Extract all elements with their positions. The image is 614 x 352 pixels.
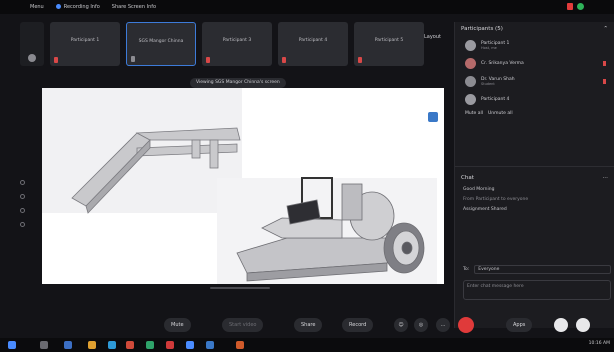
settings-icon[interactable]	[20, 222, 25, 227]
chat-message: Assignment Shared	[463, 207, 507, 212]
share-info[interactable]: Share Screen Info	[106, 4, 162, 10]
chat-recipient-row: To: Everyone	[463, 264, 611, 274]
avatar	[465, 93, 476, 105]
edge-icon[interactable]	[108, 341, 116, 349]
video-button[interactable]: Start video	[222, 318, 264, 332]
video-tile[interactable]: Participant 4	[278, 22, 348, 66]
mic-icon	[131, 56, 135, 62]
meeting-app-icon[interactable]	[186, 341, 194, 349]
app-glyph-icon	[428, 112, 438, 122]
app-icon[interactable]	[206, 341, 214, 349]
video-tile[interactable]: Participant 1	[50, 22, 120, 66]
mute-controls: Mute all Unmute all	[455, 108, 614, 118]
chat-message: Good Morning	[463, 187, 495, 192]
record-dot-icon	[55, 4, 61, 9]
files-icon[interactable]	[88, 341, 96, 349]
taskview-icon[interactable]	[64, 341, 72, 349]
reaction-icon: ☺	[398, 322, 404, 328]
connection-icon	[577, 3, 584, 10]
app-icon[interactable]	[236, 341, 244, 349]
participant-row[interactable]: Participant 1 Host, me	[455, 36, 614, 54]
mute-button[interactable]: Mute	[164, 318, 191, 332]
mic-muted-icon	[54, 57, 58, 63]
floating-app-icon[interactable]	[424, 108, 442, 126]
os-taskbar: 10:16 AM	[0, 338, 614, 352]
recipient-select[interactable]: Everyone	[474, 264, 611, 274]
office-icon[interactable]	[126, 341, 134, 349]
mic-muted-icon	[603, 78, 606, 84]
top-system-bar: Menu Recording Info Share Screen Info	[0, 0, 614, 14]
mic-muted-icon	[358, 57, 362, 63]
chat-toggle-button[interactable]	[576, 318, 590, 332]
video-tile-active[interactable]: SGS Mangor Chinna	[126, 22, 196, 66]
share-button[interactable]: Share	[294, 318, 323, 332]
search-icon[interactable]	[40, 341, 48, 349]
participants-button[interactable]: ◎	[414, 318, 428, 332]
avatar	[465, 39, 476, 51]
app-icon[interactable]	[146, 341, 154, 349]
cad-model-image	[42, 88, 437, 284]
self-video-tile[interactable]	[20, 22, 44, 66]
view-button[interactable]	[554, 318, 568, 332]
clock[interactable]: 10:16 AM	[589, 341, 610, 346]
mic-muted-icon	[282, 57, 286, 63]
side-rail	[20, 180, 25, 227]
mute-all-button[interactable]: Mute all	[465, 111, 483, 116]
side-panel: Participants (5) ⌃ Participant 1 Host, me…	[454, 22, 614, 328]
meeting-window: Menu Recording Info Share Screen Info Pa…	[0, 0, 614, 352]
end-call-button[interactable]	[458, 317, 474, 333]
chat-meta: From Participant to everyone	[463, 197, 529, 202]
record-status-icon	[567, 3, 573, 10]
window-status-icons	[567, 3, 584, 10]
pointer-icon[interactable]	[20, 194, 25, 199]
shared-screen[interactable]	[42, 88, 444, 284]
participant-strip: Participant 1 SGS Mangor Chinna Particip…	[20, 22, 448, 70]
people-icon: ◎	[418, 322, 424, 328]
close-icon[interactable]: ⌃	[603, 26, 608, 32]
annotate-icon[interactable]	[20, 180, 25, 185]
avatar	[28, 54, 36, 62]
mic-muted-icon	[603, 60, 606, 66]
menu-label[interactable]: Menu	[24, 4, 50, 10]
layout-button[interactable]: Layout	[424, 34, 441, 40]
video-tile[interactable]: Participant 3	[202, 22, 272, 66]
reactions-button[interactable]: ☺	[394, 318, 408, 332]
record-button[interactable]: Record	[342, 318, 374, 332]
avatar	[465, 75, 476, 87]
participant-row[interactable]: Participant 4	[455, 90, 614, 108]
apps-button[interactable]: Apps	[506, 318, 533, 332]
chat-header: Chat ⋯	[461, 175, 609, 181]
participant-row[interactable]: Dr. Varun Shah Student	[455, 72, 614, 90]
chat-menu-icon[interactable]: ⋯	[603, 175, 609, 181]
recording-indicator[interactable]: Recording Info	[50, 4, 106, 10]
viewing-label[interactable]: Viewing SGS Mangor Chinna's screen	[190, 78, 286, 88]
divider	[455, 166, 614, 167]
video-tile[interactable]: Participant 5	[354, 22, 424, 66]
zoom-icon[interactable]	[20, 208, 25, 213]
app-icon[interactable]	[166, 341, 174, 349]
chat-input[interactable]: Enter chat message here	[463, 280, 611, 300]
mic-muted-icon	[206, 57, 210, 63]
avatar	[465, 57, 476, 69]
unmute-all-button[interactable]: Unmute all	[488, 111, 513, 116]
participants-header: Participants (5) ⌃	[461, 26, 608, 32]
share-scrollbar[interactable]	[210, 287, 270, 289]
start-icon[interactable]	[8, 341, 16, 349]
more-button[interactable]: ...	[436, 318, 450, 332]
meeting-controls: Mute Start video Share Record ☺ ◎ ... Ap…	[0, 314, 614, 336]
participant-row[interactable]: Cr. Srikanya Verma	[455, 54, 614, 72]
